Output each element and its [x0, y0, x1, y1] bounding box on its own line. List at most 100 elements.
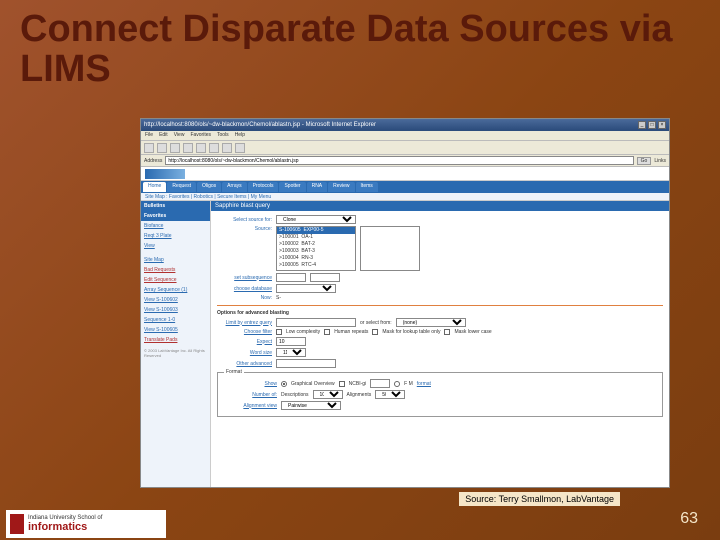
entrez-query-input[interactable] [276, 318, 356, 327]
menu-help[interactable]: Help [235, 132, 245, 139]
maximize-button[interactable]: □ [648, 121, 656, 129]
or-select-dropdown[interactable]: (none) [396, 318, 466, 327]
menu-view[interactable]: View [174, 132, 185, 139]
close-button[interactable]: × [658, 121, 666, 129]
sidebar-item[interactable]: Array Sequence (1) [141, 285, 210, 295]
expect-input[interactable] [276, 337, 306, 346]
source-citation: Source: Terry Smallmon, LabVantage [459, 492, 620, 506]
ie-menubar: File Edit View Favorites Tools Help [141, 131, 669, 141]
descriptions-label: Descriptions [281, 392, 309, 398]
back-button[interactable] [144, 143, 154, 153]
history-button[interactable] [235, 143, 245, 153]
cb-mask-lower[interactable] [444, 329, 450, 335]
list-item[interactable]: >100002 BAT-2 [277, 241, 355, 248]
list-item[interactable]: S-100605 EXP00-5 [277, 227, 355, 234]
tab-rna[interactable]: RNA [307, 182, 328, 192]
source-listbox[interactable]: S-100605 EXP00-5 >100001 OA-1 >100002 BA… [276, 226, 356, 271]
list-item[interactable]: >100003 BAT-3 [277, 248, 355, 255]
format-link[interactable]: format [417, 381, 431, 387]
radio-fm[interactable] [394, 381, 400, 387]
expect-label[interactable]: Expect [217, 339, 272, 345]
ncbi-gi-label: NCBI-gi [349, 381, 367, 387]
tab-protocols[interactable]: Protocols [248, 182, 279, 192]
align-view-label[interactable]: Alignment view [222, 403, 277, 409]
sidebar-item[interactable]: Bad Requests [141, 265, 210, 275]
word-size-select[interactable]: 11 [276, 348, 306, 357]
search-button[interactable] [209, 143, 219, 153]
minimize-button[interactable]: _ [638, 121, 646, 129]
other-advanced-label[interactable]: Other advanced [217, 361, 272, 367]
tab-request[interactable]: Request [167, 182, 196, 192]
radio-graphical[interactable] [281, 381, 287, 387]
stop-button[interactable] [170, 143, 180, 153]
sidebar-item[interactable]: Translate Pads [141, 335, 210, 345]
show-label[interactable]: Show [222, 381, 277, 387]
fmt-input1[interactable] [370, 379, 390, 388]
tab-home[interactable]: Home [143, 182, 166, 192]
sidebar-copyright: © 2003 LabVantage Inc. All Rights Reserv… [141, 345, 210, 361]
app-viewport: Home Request Oligos Arrays Protocols Spo… [141, 167, 669, 487]
go-button[interactable]: Go [637, 157, 652, 165]
cb-human-repeats[interactable] [324, 329, 330, 335]
cb-ncbi-gi[interactable] [339, 381, 345, 387]
format-legend: Format [224, 369, 244, 375]
sidebar-item[interactable]: Sequence 1-0 [141, 315, 210, 325]
sidebar-item[interactable]: Biofance [141, 221, 210, 231]
content-area: Sapphire blast query Select source for: … [211, 201, 669, 487]
home-button[interactable] [196, 143, 206, 153]
word-size-label[interactable]: Word size [217, 350, 272, 356]
tab-review[interactable]: Review [328, 182, 354, 192]
alignments-select[interactable]: 50 [375, 390, 405, 399]
choose-filter-label[interactable]: Choose filter [217, 329, 272, 335]
list-item[interactable]: >100001 OA-1 [277, 234, 355, 241]
choose-database-link[interactable]: choose database [217, 286, 272, 292]
other-advanced-input[interactable] [276, 359, 336, 368]
descriptions-select[interactable]: 100 [313, 390, 343, 399]
align-view-select[interactable]: Pairwise [281, 401, 341, 410]
address-input[interactable] [165, 156, 633, 165]
subseq-to[interactable] [310, 273, 340, 282]
select-source-label: Select source for: [217, 217, 272, 223]
sidebar-item[interactable]: Site Map [141, 255, 210, 265]
menu-file[interactable]: File [145, 132, 153, 139]
footer-brand: informatics [28, 521, 102, 533]
num-of-label[interactable]: Number of: [222, 392, 277, 398]
sidebar-header-bulletins: Bulletins [141, 201, 210, 211]
tab-arrays[interactable]: Arrays [222, 182, 246, 192]
now-label: Now: [217, 295, 272, 301]
menu-edit[interactable]: Edit [159, 132, 168, 139]
now-value: S- [276, 295, 281, 301]
tab-items[interactable]: Items [356, 182, 378, 192]
subseq-from[interactable] [276, 273, 306, 282]
forward-button[interactable] [157, 143, 167, 153]
set-subsequence-link[interactable]: set subsequence [217, 275, 272, 281]
cb-low-complexity[interactable] [276, 329, 282, 335]
tab-oligos[interactable]: Oligos [197, 182, 221, 192]
limit-label[interactable]: Limit by entrez query [217, 320, 272, 326]
favorites-button[interactable] [222, 143, 232, 153]
app-screenshot: http://localhost:8080/ols/~dw-blackmon/C… [140, 118, 670, 488]
sidebar-item[interactable]: View S-100603 [141, 305, 210, 315]
cb-mask-lookup[interactable] [372, 329, 378, 335]
ie-titlebar: http://localhost:8080/ols/~dw-blackmon/C… [141, 119, 669, 131]
menu-favorites[interactable]: Favorites [190, 132, 211, 139]
list-item[interactable]: >100004 RN-3 [277, 255, 355, 262]
sidebar-item[interactable]: View [141, 241, 210, 251]
menu-tools[interactable]: Tools [217, 132, 229, 139]
list-item[interactable]: >100005 RTC-4 [277, 262, 355, 269]
source-label: Source: [217, 226, 272, 232]
format-fieldset: Format Show Graphical Overview NCBI-gi F… [217, 372, 663, 417]
sidebar-item[interactable]: View S-100602 [141, 295, 210, 305]
sidebar-item[interactable]: View S-100605 [141, 325, 210, 335]
select-source-dropdown[interactable]: Clone [276, 215, 356, 224]
footer-logo: Indiana University School of informatics [6, 510, 166, 538]
sidebar-item[interactable]: Reqt 3 Plate [141, 231, 210, 241]
sidebar-item[interactable]: Edit Sequence [141, 275, 210, 285]
links-label[interactable]: Links [654, 158, 666, 164]
tab-spotter[interactable]: Spotter [279, 182, 305, 192]
database-select[interactable] [276, 284, 336, 293]
ie-toolbar [141, 141, 669, 155]
ie-address-bar: Address Go Links [141, 155, 669, 167]
radio-graphical-label: Graphical Overview [291, 381, 335, 387]
refresh-button[interactable] [183, 143, 193, 153]
